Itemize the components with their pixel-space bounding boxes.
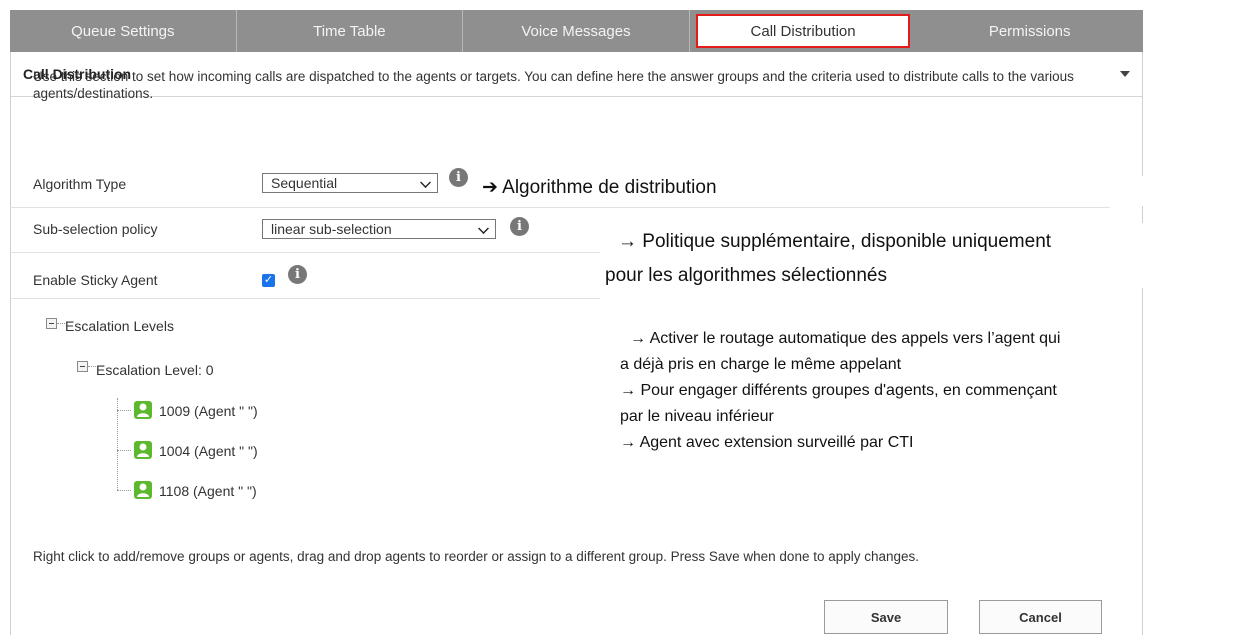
sticky-agent-checkbox[interactable]: ✓ [262, 274, 275, 287]
chevron-down-icon [478, 223, 489, 234]
tree-connector [117, 450, 131, 451]
annotation-agent-cti: → Agent avec extension surveillé par CTI [620, 434, 914, 451]
divider [10, 252, 600, 253]
algorithm-type-select[interactable]: Sequential [262, 173, 438, 193]
annotation-sticky-2: a déjà pris en charge le même appelant [620, 356, 902, 373]
subselection-policy-label: Sub-selection policy [33, 221, 158, 237]
info-icon[interactable]: i [449, 168, 468, 187]
tree-root-label[interactable]: Escalation Levels [65, 318, 174, 334]
collapse-caret-icon[interactable] [1120, 71, 1130, 77]
agent-icon [134, 401, 152, 419]
annotation-algorithm: ➔ Algorithme de distribution [482, 177, 717, 198]
tab-call-distribution[interactable]: Call Distribution [695, 14, 911, 48]
subselection-policy-select[interactable]: linear sub-selection [262, 219, 496, 239]
cancel-button[interactable]: Cancel [979, 600, 1102, 634]
tab-permissions[interactable]: Permissions [916, 10, 1143, 52]
algorithm-type-value: Sequential [271, 175, 338, 191]
agent-item-1009[interactable]: 1009 (Agent " ") [159, 403, 258, 419]
subselection-policy-value: linear sub-selection [271, 221, 392, 237]
divider [10, 298, 600, 299]
info-icon[interactable]: i [288, 265, 307, 284]
tree-level-label[interactable]: Escalation Level: 0 [96, 362, 214, 378]
agent-item-1004[interactable]: 1004 (Agent " ") [159, 443, 258, 459]
tree-connector [117, 490, 131, 491]
tab-queue-settings[interactable]: Queue Settings [10, 10, 237, 52]
agent-icon [134, 481, 152, 499]
tab-voice-messages[interactable]: Voice Messages [463, 10, 690, 52]
tree-connector [57, 323, 65, 324]
tree-collapse-icon[interactable] [46, 318, 57, 329]
tab-time-table[interactable]: Time Table [237, 10, 464, 52]
footer-help-text: Right click to add/remove groups or agen… [33, 549, 920, 564]
annotation-subselection-1: → Politique supplémentaire, disponible u… [618, 231, 1052, 252]
intro-text: Use this section to set how incoming cal… [33, 69, 1074, 101]
tab-bar: Queue Settings Time Table Voice Messages… [10, 10, 1143, 52]
divider [10, 207, 1110, 208]
algorithm-type-label: Algorithm Type [33, 176, 127, 192]
annotation-sticky-1: → Activer le routage automatique des app… [630, 330, 1061, 347]
annotation-escalation-2: par le niveau inférieur [620, 408, 774, 425]
annotation-subselection-2: pour les algorithmes sélectionnés [605, 265, 887, 286]
sticky-agent-label: Enable Sticky Agent [33, 272, 158, 288]
tree-connector [117, 398, 118, 490]
save-button[interactable]: Save [824, 600, 948, 634]
agent-item-1108[interactable]: 1108 (Agent " ") [159, 483, 257, 499]
chevron-down-icon [420, 177, 431, 188]
annotation-escalation-1: → Pour engager différents groupes d'agen… [620, 382, 1057, 399]
info-icon[interactable]: i [510, 217, 529, 236]
tree-collapse-icon[interactable] [77, 361, 88, 372]
tree-connector [117, 410, 131, 411]
tree-connector [88, 366, 96, 367]
agent-icon [134, 441, 152, 459]
